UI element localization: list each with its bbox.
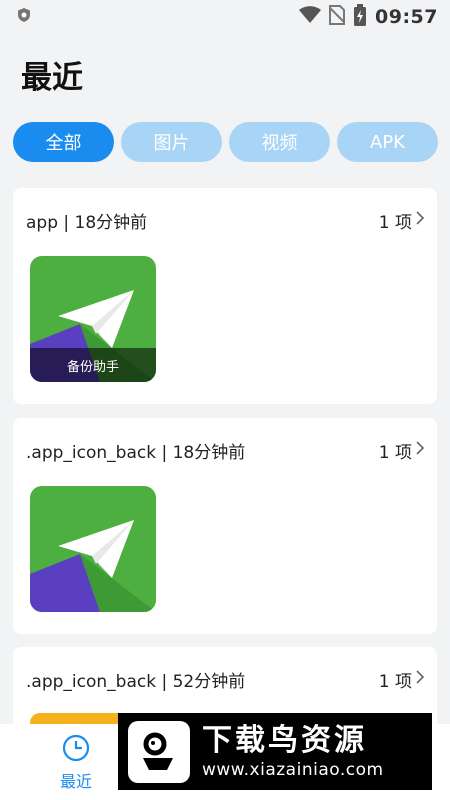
app-thumbnail[interactable] xyxy=(30,486,156,612)
watermark-banner: 下载鸟资源 www.xiazainiao.com xyxy=(118,713,432,790)
card-count-label: 1 项 xyxy=(378,212,412,233)
card-title: app | 18分钟前 xyxy=(26,212,148,233)
no-sim-icon xyxy=(328,5,346,29)
chevron-right-icon xyxy=(416,210,425,230)
recent-group-card[interactable]: .app_icon_back | 18分钟前 1 项 xyxy=(13,418,437,634)
card-header: app | 18分钟前 1 项 xyxy=(26,208,425,233)
thumbnail-label: 备份助手 xyxy=(30,348,156,382)
chevron-right-icon xyxy=(416,440,425,460)
watermark-title: 下载鸟资源 xyxy=(202,722,367,758)
card-count[interactable]: 1 项 xyxy=(379,208,425,233)
card-count[interactable]: 1 项 xyxy=(379,667,425,692)
app-thumbnail[interactable]: 备份助手 xyxy=(30,256,156,382)
tab-all[interactable]: 全部 xyxy=(13,122,114,162)
filter-tabs: 全部 图片 视频 APK xyxy=(13,122,438,162)
card-header: .app_icon_back | 18分钟前 1 项 xyxy=(26,438,425,463)
wifi-icon xyxy=(299,6,322,28)
chevron-right-icon xyxy=(416,669,425,689)
paper-plane-icon xyxy=(30,486,156,612)
card-count-label: 1 项 xyxy=(378,442,412,463)
nav-recent[interactable]: 最近 xyxy=(40,734,112,792)
status-clock: 09:57 xyxy=(375,6,438,28)
card-count-label: 1 项 xyxy=(378,671,412,692)
card-count[interactable]: 1 项 xyxy=(379,438,425,463)
tab-apk[interactable]: APK xyxy=(337,122,438,162)
status-bar: 09:57 xyxy=(0,0,450,34)
shield-icon xyxy=(16,7,32,27)
watermark-url: www.xiazainiao.com xyxy=(202,759,384,780)
page-title: 最近 xyxy=(21,60,83,96)
nav-recent-label: 最近 xyxy=(59,772,92,791)
recent-group-card[interactable]: app | 18分钟前 1 项 备份助手 xyxy=(13,188,437,404)
tab-images[interactable]: 图片 xyxy=(121,122,222,162)
card-title: .app_icon_back | 52分钟前 xyxy=(26,671,246,692)
battery-icon xyxy=(353,4,367,30)
card-header: .app_icon_back | 52分钟前 1 项 xyxy=(26,667,425,692)
watermark-logo xyxy=(128,720,190,783)
tab-videos[interactable]: 视频 xyxy=(229,122,330,162)
clock-icon xyxy=(62,734,90,766)
card-title: .app_icon_back | 18分钟前 xyxy=(26,442,246,463)
